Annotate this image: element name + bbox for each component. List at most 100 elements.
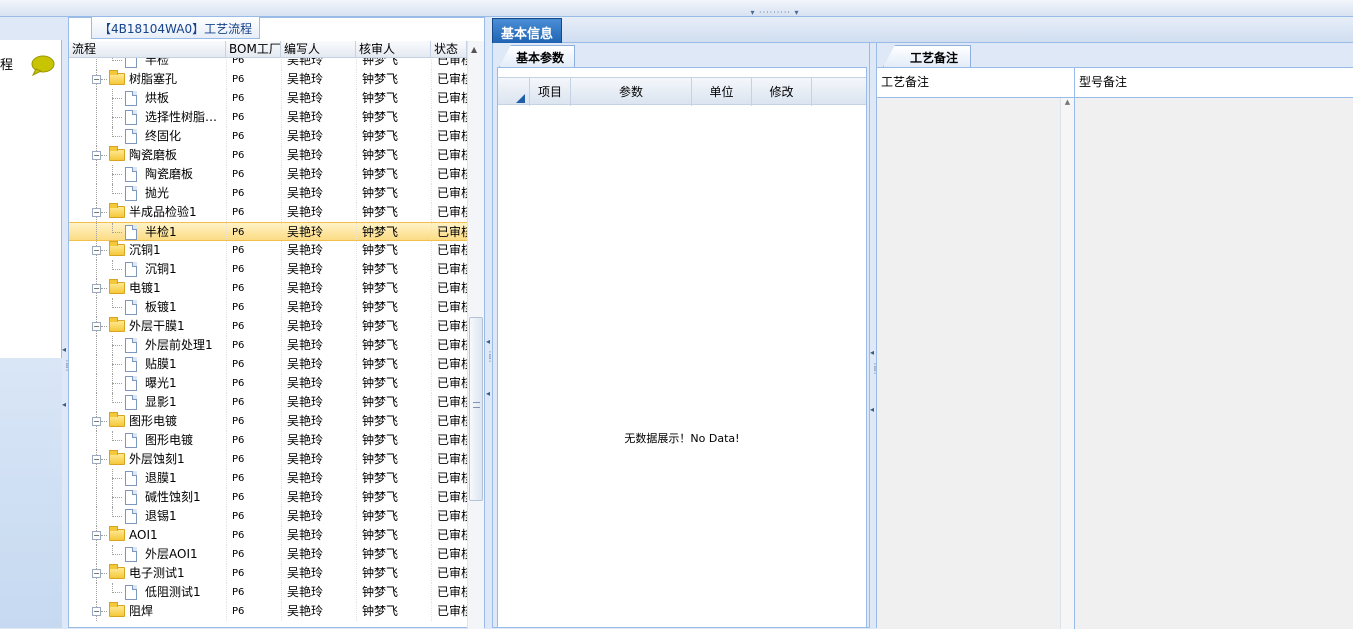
tree-node[interactable]: 半检1 [69,223,226,242]
collapse-toggle-icon[interactable]: − [92,208,101,217]
no-data-message: 无数据展示！No Data! [624,432,740,445]
process-note-scrollbar[interactable]: ▲ [1060,98,1074,629]
tree-node[interactable]: 退锡1 [69,507,226,526]
tree-row[interactable]: − 电子测试1 P6吴艳玲钟梦飞已审核 [69,564,467,583]
collapse-toggle-icon[interactable]: − [92,284,101,293]
tree-node[interactable]: − 沉铜1 [69,241,226,260]
tree-row[interactable]: − 电镀1 P6吴艳玲钟梦飞已审核 [69,279,467,298]
tree-node[interactable]: − 半成品检验1 [69,203,226,222]
column-header-bom[interactable]: BOM工厂 [226,41,281,58]
tree-row[interactable]: − 沉铜1 P6吴艳玲钟梦飞已审核 [69,241,467,260]
column-header-reviewer[interactable]: 核审人 [356,41,431,58]
column-header-modify[interactable]: 修改 [752,78,812,106]
collapse-toggle-icon[interactable]: − [92,455,101,464]
tree-node[interactable]: 沉铜1 [69,260,226,279]
tree-node[interactable]: − 图形电镀 [69,412,226,431]
tree-node[interactable]: 曝光1 [69,374,226,393]
collapse-toggle-icon[interactable]: − [92,531,101,540]
tree-row[interactable]: 烘板 P6吴艳玲钟梦飞已审核 [69,89,467,108]
tree-node[interactable]: − AOI1 [69,526,226,545]
tree-node[interactable]: − 电镀1 [69,279,226,298]
bom-factory-cell: P6 [226,374,281,393]
tree-node[interactable]: 终固化 [69,127,226,146]
tree-vertical-scrollbar[interactable]: ▲ [467,41,484,629]
tree-node[interactable]: 碱性蚀刻1 [69,488,226,507]
tree-row[interactable]: − 阻焊 P6吴艳玲钟梦飞已审核 [69,602,467,621]
tree-row[interactable]: 退锡1 P6吴艳玲钟梦飞已审核 [69,507,467,526]
tree-row[interactable]: 退膜1 P6吴艳玲钟梦飞已审核 [69,469,467,488]
collapse-toggle-icon[interactable]: − [92,322,101,331]
column-header-author[interactable]: 编写人 [281,41,356,58]
tree-row[interactable]: 图形电镀 P6吴艳玲钟梦飞已审核 [69,431,467,450]
collapse-toggle-icon[interactable]: − [92,607,101,616]
tree-node[interactable]: 低阻测试1 [69,583,226,602]
author-cell: 吴艳玲 [281,602,356,621]
tree-row[interactable]: 贴膜1 P6吴艳玲钟梦飞已审核 [69,355,467,374]
tree-node[interactable]: − 树脂塞孔 [69,70,226,89]
speech-bubble-icon[interactable] [30,55,55,76]
tree-node-label: 板镀1 [145,300,177,314]
column-header-unit[interactable]: 单位 [692,78,752,106]
collapse-toggle-icon[interactable]: − [92,75,101,84]
tree-node[interactable]: − 外层蚀刻1 [69,450,226,469]
tree-node[interactable]: − 陶瓷磨板 [69,146,226,165]
tree-row[interactable]: − 树脂塞孔 P6吴艳玲钟梦飞已审核 [69,70,467,89]
document-icon [125,300,137,315]
grid-corner[interactable] [498,78,530,106]
tree-row[interactable]: 外层前处理1 P6吴艳玲钟梦飞已审核 [69,336,467,355]
tree-row[interactable]: 选择性树脂… P6吴艳玲钟梦飞已审核 [69,108,467,127]
tab-basic-info[interactable]: 基本信息 [492,18,563,43]
tree-node[interactable]: 陶瓷磨板 [69,165,226,184]
collapse-handle[interactable]: ▾ ········· ▾ [742,9,808,17]
folder-icon [109,279,125,294]
tree-node[interactable]: 选择性树脂… [69,108,226,127]
tree-row[interactable]: 沉铜1 P6吴艳玲钟梦飞已审核 [69,260,467,279]
tab-basic-params[interactable]: 基本参数 [499,45,576,67]
tree-row[interactable]: − 半成品检验1 P6吴艳玲钟梦飞已审核 [69,203,467,222]
tree-row[interactable]: − 陶瓷磨板 P6吴艳玲钟梦飞已审核 [69,146,467,165]
tree-node[interactable]: 外层前处理1 [69,336,226,355]
tree-row[interactable]: 半检 P6吴艳玲钟梦飞已审核 [69,58,467,70]
tree-node[interactable]: 贴膜1 [69,355,226,374]
tree-row[interactable]: 抛光 P6吴艳玲钟梦飞已审核 [69,184,467,203]
tree-row[interactable]: 曝光1 P6吴艳玲钟梦飞已审核 [69,374,467,393]
tree-row[interactable]: − 外层蚀刻1 P6吴艳玲钟梦飞已审核 [69,450,467,469]
tree-row[interactable]: 低阻测试1 P6吴艳玲钟梦飞已审核 [69,583,467,602]
tree-row[interactable]: 外层AOI1 P6吴艳玲钟梦飞已审核 [69,545,467,564]
tree-node[interactable]: 半检 [69,58,226,70]
tree-node[interactable]: 外层AOI1 [69,545,226,564]
tree-node[interactable]: 板镀1 [69,298,226,317]
scroll-thumb[interactable] [469,317,483,501]
collapse-toggle-icon[interactable]: − [92,246,101,255]
tree-row[interactable]: 显影1 P6吴艳玲钟梦飞已审核 [69,393,467,412]
scroll-up-arrow-icon[interactable]: ▲ [471,45,477,54]
tab-process-notes[interactable]: 工艺备注 [883,45,972,67]
document-icon [125,471,137,486]
process-note-column[interactable]: 工艺备注 ▲ [877,68,1075,629]
tree-row[interactable]: − AOI1 P6吴艳玲钟梦飞已审核 [69,526,467,545]
tree-row[interactable]: 陶瓷磨板 P6吴艳玲钟梦飞已审核 [69,165,467,184]
column-header-param[interactable]: 参数 [571,78,692,106]
tree-row[interactable]: 板镀1 P6吴艳玲钟梦飞已审核 [69,298,467,317]
tree-node[interactable]: 烘板 [69,89,226,108]
tree-node[interactable]: − 电子测试1 [69,564,226,583]
tree-row[interactable]: 终固化 P6吴艳玲钟梦飞已审核 [69,127,467,146]
tree-node[interactable]: 显影1 [69,393,226,412]
tree-row[interactable]: 半检1 P6吴艳玲钟梦飞已审核 [69,222,467,242]
tree-node[interactable]: − 阻焊 [69,602,226,621]
column-header-item[interactable]: 项目 [530,78,571,106]
column-header-status[interactable]: 状态 [431,41,467,58]
collapse-toggle-icon[interactable]: − [92,417,101,426]
middle-splitter[interactable]: ◂ ⋮ ⋮ ◂ [485,17,494,628]
tree-node[interactable]: 抛光 [69,184,226,203]
model-note-column[interactable]: 型号备注 [1075,68,1353,629]
tree-row[interactable]: − 图形电镀 P6吴艳玲钟梦飞已审核 [69,412,467,431]
tree-row[interactable]: 碱性蚀刻1 P6吴艳玲钟梦飞已审核 [69,488,467,507]
collapse-toggle-icon[interactable]: − [92,151,101,160]
tree-node[interactable]: 退膜1 [69,469,226,488]
column-header-flow[interactable]: 流程 [69,41,226,58]
tree-row[interactable]: − 外层干膜1 P6吴艳玲钟梦飞已审核 [69,317,467,336]
tree-node[interactable]: 图形电镀 [69,431,226,450]
tree-node[interactable]: − 外层干膜1 [69,317,226,336]
collapse-toggle-icon[interactable]: − [92,569,101,578]
